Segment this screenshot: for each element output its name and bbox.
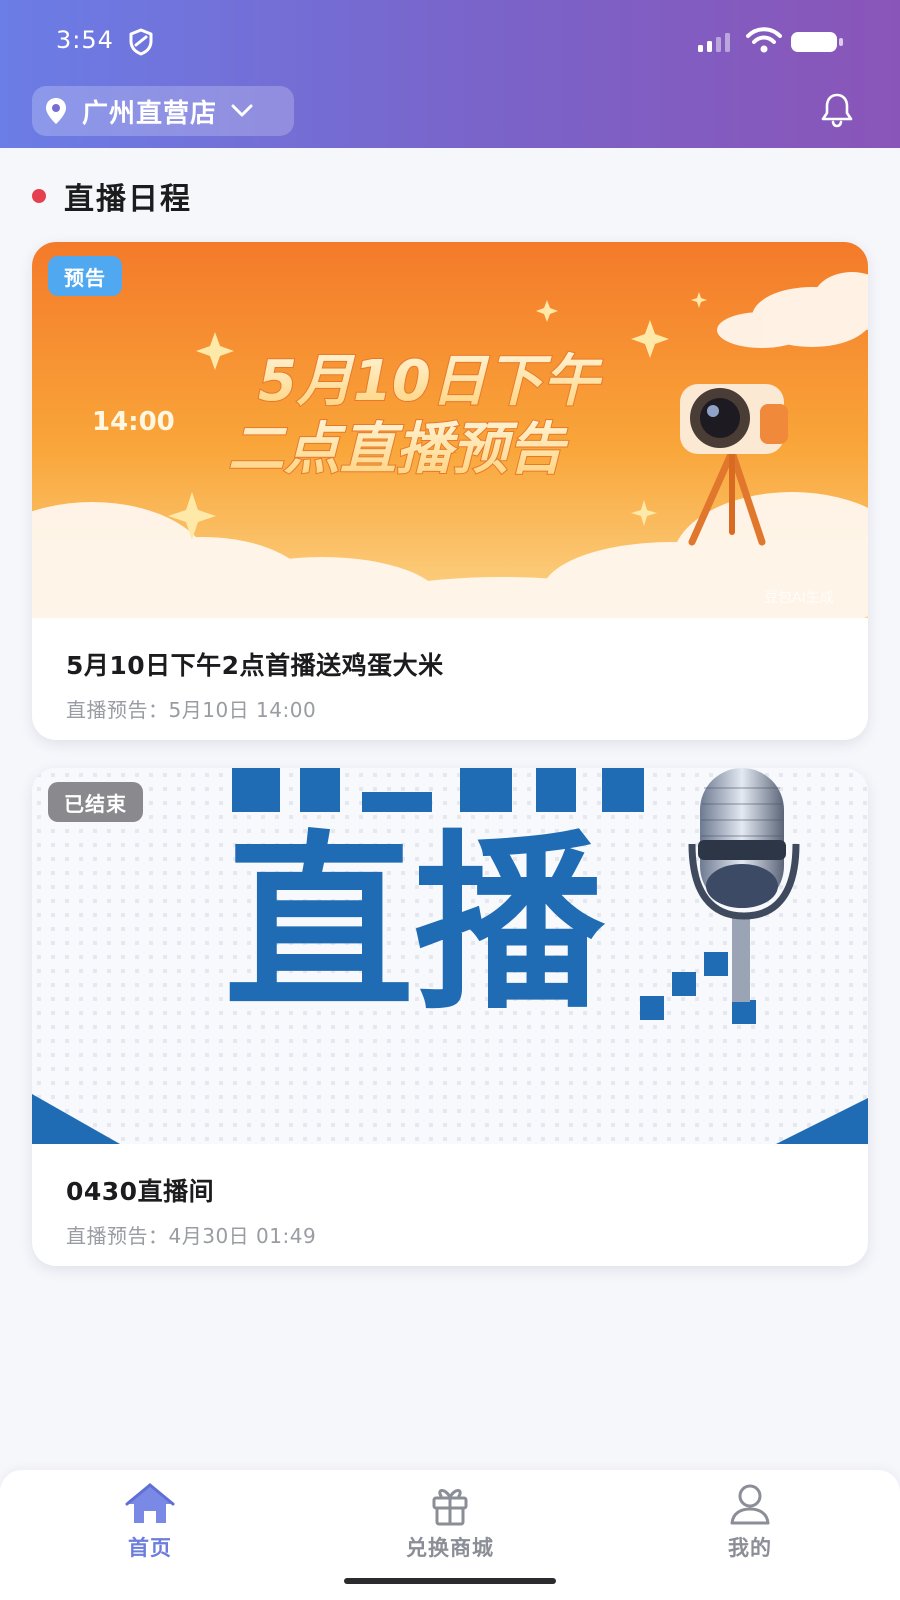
section-dot	[32, 189, 46, 203]
nav-item-mine[interactable]: 我的	[650, 1482, 850, 1572]
banner-headline-line2: 二点直播预告	[228, 417, 569, 482]
status-badge: 预告	[48, 256, 122, 296]
banner-big-text: 直播	[224, 814, 605, 1035]
live-banner-image: 直播	[32, 768, 868, 1144]
card-title: 0430直播间	[66, 1177, 215, 1206]
section-title: 直播日程	[64, 182, 192, 217]
home-indicator	[344, 1578, 556, 1584]
banner-watermark: 豆包AI生成	[764, 590, 834, 606]
card-title: 5月10日下午2点首播送鸡蛋大米	[66, 651, 444, 680]
section-header: 直播日程	[32, 176, 192, 217]
app-header: 3:54 广州直营店	[0, 0, 900, 148]
signal-icon	[698, 33, 730, 52]
nav-item-home[interactable]: 首页	[50, 1482, 250, 1572]
wifi-icon	[746, 27, 782, 53]
status-badge: 已结束	[48, 782, 143, 822]
card-schedule: 直播预告：4月30日 01:49	[66, 1224, 317, 1248]
chevron-down-icon	[231, 104, 253, 117]
live-card[interactable]: 14:00 5月10日下午 二点直播预告 豆包AI生成 预告 5月10日下午2点…	[32, 242, 868, 740]
store-selector[interactable]: 广州直营店	[32, 86, 294, 136]
live-banner-image: 14:00 5月10日下午 二点直播预告 豆包AI生成	[32, 242, 868, 618]
nav-item-shop[interactable]: 兑换商城	[350, 1482, 550, 1572]
battery-icon	[791, 32, 843, 52]
bell-icon[interactable]	[820, 92, 854, 128]
nav-label-shop: 兑换商城	[406, 1536, 494, 1560]
card-schedule: 直播预告：5月10日 14:00	[66, 698, 317, 722]
home-icon	[125, 1483, 175, 1523]
live-card[interactable]: 直播 已结束 0430直播间 直播预告：4月30日 01:49	[32, 768, 868, 1266]
status-bar: 3:54	[0, 0, 900, 84]
user-icon	[730, 1484, 770, 1525]
nav-label-home: 首页	[128, 1536, 172, 1560]
location-pin-icon	[46, 98, 66, 124]
store-name: 广州直营店	[82, 98, 218, 129]
banner-headline-line1: 5月10日下午	[258, 349, 603, 414]
shield-icon	[129, 28, 153, 56]
nav-label-mine: 我的	[728, 1536, 772, 1560]
banner-time: 14:00	[92, 407, 175, 437]
status-time: 3:54	[56, 26, 114, 54]
gift-icon	[432, 1489, 468, 1526]
